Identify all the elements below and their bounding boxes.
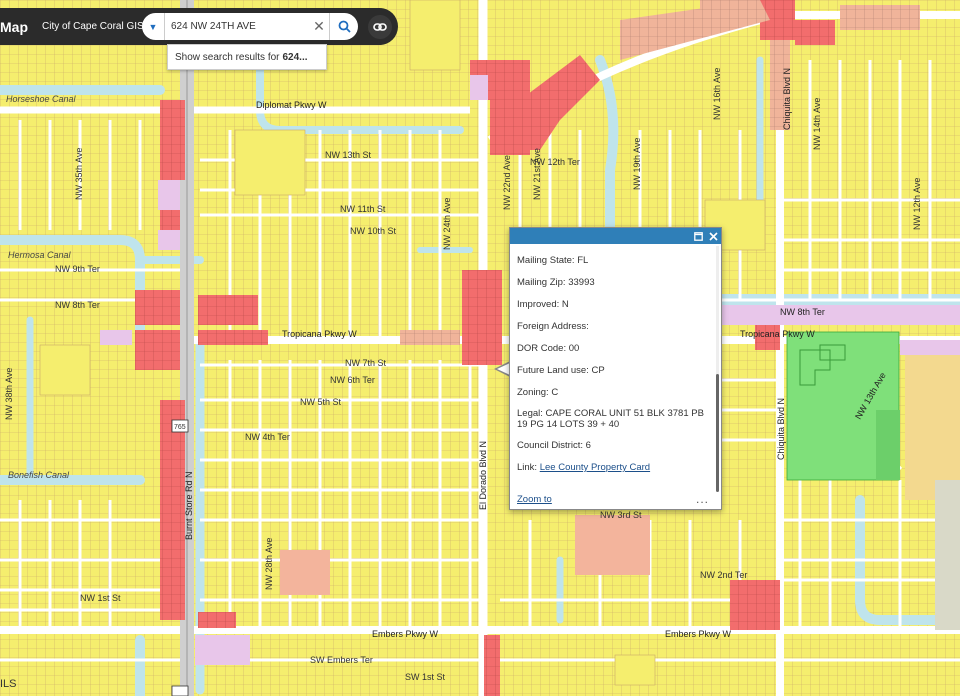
popup-header <box>510 228 721 244</box>
clear-search-button[interactable]: ✕ <box>309 18 329 35</box>
popup-row-foreign-address: Foreign Address: <box>517 321 589 332</box>
street-label: NW 12th Ave <box>912 178 922 230</box>
route-shield-icon: 765 <box>171 419 189 433</box>
close-icon[interactable] <box>709 231 718 241</box>
popup-scrollbar[interactable] <box>716 246 719 492</box>
popup-scroll-thumb[interactable] <box>716 374 719 492</box>
svg-text:765: 765 <box>174 424 186 431</box>
attribution: ILS <box>0 678 17 690</box>
popup-row-link: Link: Lee County Property Card <box>517 462 651 473</box>
popup-row-dor-code: DOR Code: 00 <box>517 343 580 354</box>
street-label: NW 24th Ave <box>442 198 452 250</box>
suggestion-query: 624... <box>282 51 308 63</box>
more-actions-button[interactable]: ... <box>696 492 709 506</box>
popup-content[interactable]: Mailing State: FL Mailing Zip: 33993 Imp… <box>510 244 715 489</box>
label-hermosa-canal: Hermosa Canal <box>8 250 72 260</box>
chevron-down-icon: ▼ <box>148 21 158 32</box>
street-label: NW 5th St <box>300 397 342 407</box>
popup-row-future-land-use: Future Land use: CP <box>517 365 605 376</box>
popup-row-zoning: Zoning: C <box>517 387 559 398</box>
label-tropicana-east: Tropicana Pkwy W <box>740 329 815 339</box>
street-label: NW 35th Ave <box>74 148 84 200</box>
search-suggestion[interactable]: Show search results for 624... <box>167 44 327 70</box>
street-label: NW 8th Ter <box>55 300 100 310</box>
street-label: SW 1st St <box>405 672 446 682</box>
street-label: NW 38th Ave <box>4 368 14 420</box>
parcel-map[interactable]: Diplomat Pkwy W Tropicana Pkwy W Tropica… <box>0 0 960 696</box>
street-label: NW 4th Ter <box>245 432 290 442</box>
label-burnt-store: Burnt Store Rd N <box>184 471 194 540</box>
app-subtitle: City of Cape Coral GIS <box>42 21 144 32</box>
popup-footer: Zoom to ... <box>510 489 721 509</box>
popup-row-mailing-zip: Mailing Zip: 33993 <box>517 277 595 288</box>
app-title: Map <box>0 18 28 35</box>
label-el-dorado: El Dorado Blvd N <box>478 441 488 510</box>
search-box: ▼ ✕ <box>142 13 358 40</box>
label-horseshoe-canal: Horseshoe Canal <box>6 94 77 104</box>
route-shield-icon-south <box>171 685 189 696</box>
street-label: NW 22nd Ave <box>502 155 512 210</box>
street-label: SW Embers Ter <box>310 655 373 665</box>
suggestion-text: Show search results for <box>175 51 280 63</box>
label-8th-ter: NW 8th Ter <box>780 307 825 317</box>
street-label: NW 11th St <box>340 204 386 214</box>
popup-row-mailing-state: Mailing State: FL <box>517 255 589 266</box>
popup-row-improved: Improved: N <box>517 299 569 310</box>
feature-popup: Mailing State: FL Mailing Zip: 33993 Imp… <box>509 227 722 510</box>
street-label: NW 6th Ter <box>330 375 375 385</box>
maximize-icon[interactable] <box>694 231 703 241</box>
label-tropicana: Tropicana Pkwy W <box>282 329 357 339</box>
label-chiquita-south: Chiquita Blvd N <box>776 398 786 460</box>
street-label: NW 16th Ave <box>712 68 722 120</box>
street-label: NW 10th St <box>350 226 397 236</box>
app-header: Map City of Cape Coral GIS ▼ ✕ <box>0 8 398 45</box>
street-label: NW 13th St <box>325 150 372 160</box>
label-bonefish-canal: Bonefish Canal <box>8 470 70 480</box>
search-input[interactable] <box>165 14 309 39</box>
zoom-to-link[interactable]: Zoom to <box>517 494 552 505</box>
street-label: NW 9th Ter <box>55 264 100 274</box>
street-label: NW 1st St <box>80 593 121 603</box>
street-label: NW 19th Ave <box>632 138 642 190</box>
street-label: NW 7th St <box>345 358 387 368</box>
label-chiquita: Chiquita Blvd N <box>782 68 792 130</box>
link-icon <box>373 22 387 31</box>
street-label: NW 14th Ave <box>812 98 822 150</box>
label-embers: Embers Pkwy W <box>372 629 439 639</box>
popup-row-council-district: Council District: 6 <box>517 440 591 451</box>
search-icon <box>338 20 351 33</box>
close-icon: ✕ <box>313 18 325 34</box>
street-label: NW 21st Ave <box>532 148 542 200</box>
label-diplomat: Diplomat Pkwy W <box>256 100 327 110</box>
share-link-button[interactable] <box>368 14 392 39</box>
street-label: NW 3rd St <box>600 510 642 520</box>
street-label: NW 2nd Ter <box>700 570 747 580</box>
street-label: NW 28th Ave <box>264 538 274 590</box>
search-button[interactable] <box>330 20 358 33</box>
popup-row-legal: Legal: CAPE CORAL UNIT 51 BLK 3781 PB 19… <box>517 408 704 430</box>
search-source-dropdown[interactable]: ▼ <box>142 13 164 40</box>
property-card-link[interactable]: Lee County Property Card <box>540 462 650 473</box>
label-embers-east: Embers Pkwy W <box>665 629 732 639</box>
